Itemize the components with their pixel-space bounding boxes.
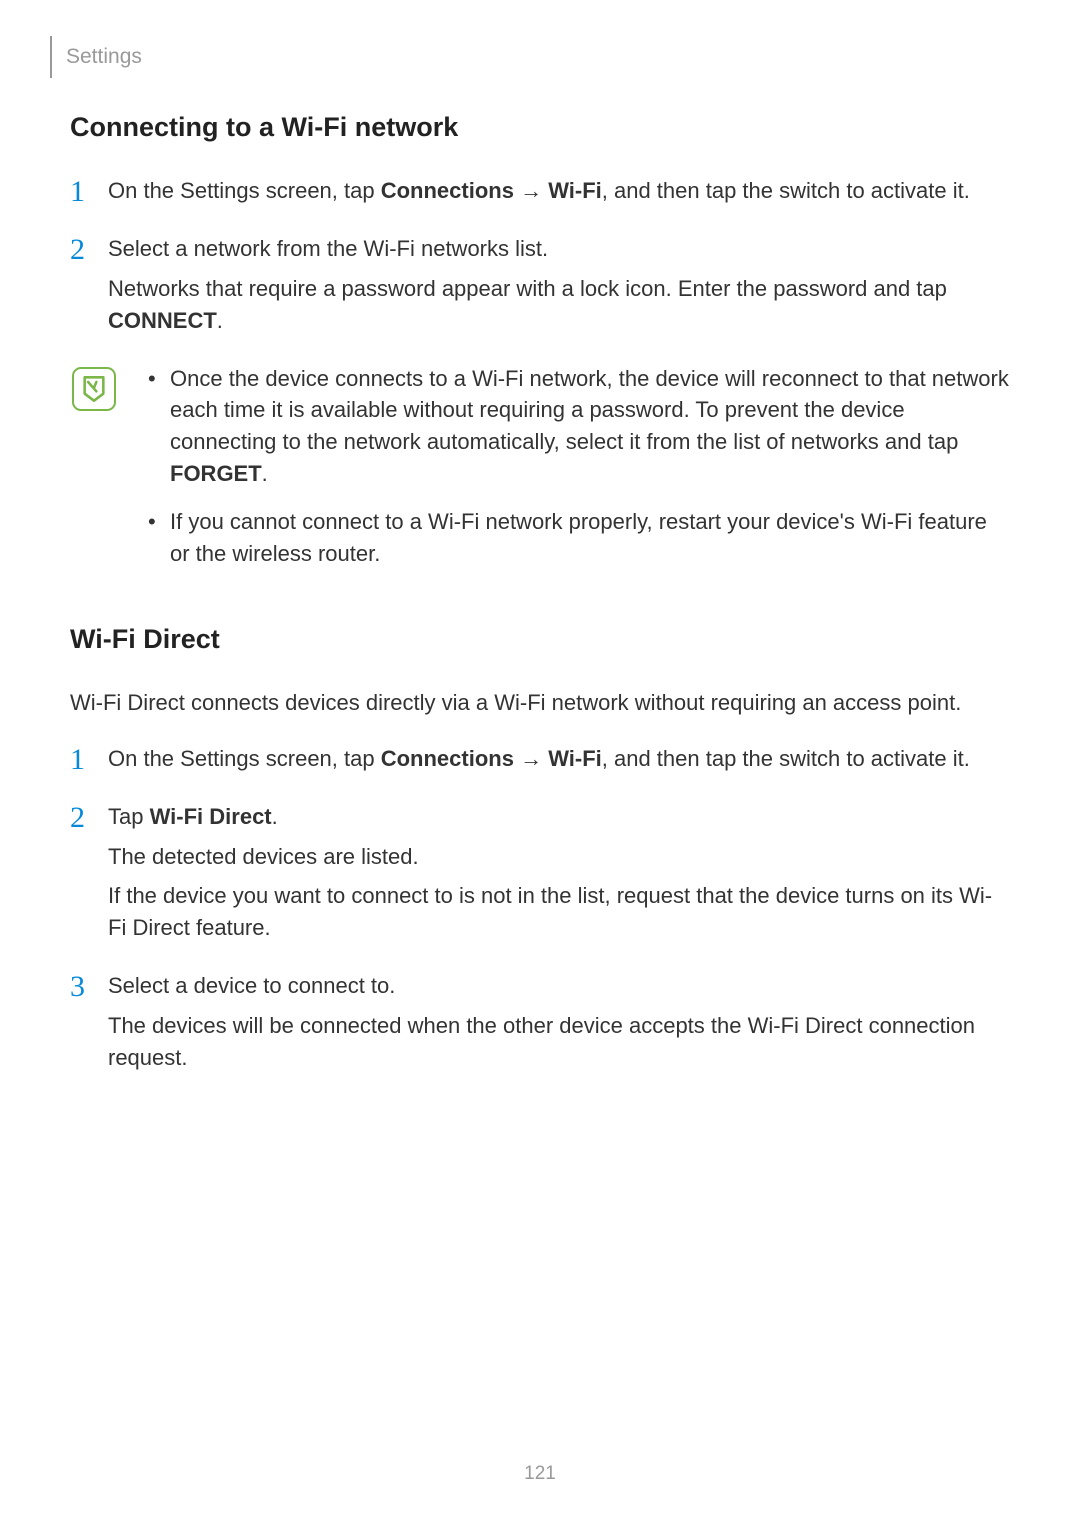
text-bold: CONNECT [108, 308, 217, 333]
note-block: Once the device connects to a Wi-Fi netw… [70, 363, 1010, 586]
note-bullet: If you cannot connect to a Wi-Fi network… [140, 506, 1010, 570]
step-2: 2 Select a network from the Wi-Fi networ… [70, 233, 1010, 345]
text-bold: Connections [381, 178, 514, 203]
text: On the Settings screen, tap [108, 746, 381, 771]
step-body: Select a device to connect to. The devic… [108, 970, 1010, 1082]
arrow: → [514, 746, 548, 771]
step-number: 1 [70, 175, 108, 215]
text: If the device you want to connect to is … [108, 880, 1010, 944]
text: On the Settings screen, tap [108, 178, 381, 203]
text: . [217, 308, 223, 333]
step-body: Tap Wi-Fi Direct. The detected devices a… [108, 801, 1010, 953]
note-bullet: Once the device connects to a Wi-Fi netw… [140, 363, 1010, 491]
text-bold: FORGET [170, 461, 262, 486]
text-bold: Connections [381, 746, 514, 771]
text: Select a device to connect to. [108, 970, 1010, 1002]
step-body: On the Settings screen, tap Connections … [108, 175, 1010, 215]
note-icon [72, 367, 116, 411]
step-body: On the Settings screen, tap Connections … [108, 743, 1010, 783]
section-title-connecting: Connecting to a Wi-Fi network [70, 112, 1010, 143]
text: . [262, 461, 268, 486]
breadcrumb-divider [50, 36, 52, 78]
text: The devices will be connected when the o… [108, 1010, 1010, 1074]
step-number: 2 [70, 233, 108, 345]
section-title-wifi-direct: Wi-Fi Direct [70, 624, 1010, 655]
step-2: 2 Tap Wi-Fi Direct. The detected devices… [70, 801, 1010, 953]
step-number: 3 [70, 970, 108, 1082]
text: Select a network from the Wi-Fi networks… [108, 233, 1010, 265]
text: Networks that require a password appear … [108, 276, 947, 301]
page-content: Connecting to a Wi-Fi network 1 On the S… [70, 112, 1010, 1100]
intro-text: Wi-Fi Direct connects devices directly v… [70, 687, 1010, 719]
text-bold: Wi-Fi [548, 178, 602, 203]
text: . [272, 804, 278, 829]
note-list: Once the device connects to a Wi-Fi netw… [140, 363, 1010, 586]
breadcrumb-text: Settings [66, 45, 142, 69]
text-bold: Wi-Fi Direct [150, 804, 272, 829]
step-1: 1 On the Settings screen, tap Connection… [70, 743, 1010, 783]
text: Once the device connects to a Wi-Fi netw… [170, 366, 1009, 455]
text-bold: Wi-Fi [548, 746, 602, 771]
section-wifi-direct: Wi-Fi Direct Wi-Fi Direct connects devic… [70, 624, 1010, 1082]
step-number: 2 [70, 801, 108, 953]
text: The detected devices are listed. [108, 841, 1010, 873]
step-1: 1 On the Settings screen, tap Connection… [70, 175, 1010, 215]
page-number: 121 [0, 1463, 1080, 1485]
step-3: 3 Select a device to connect to. The dev… [70, 970, 1010, 1082]
text: , and then tap the switch to activate it… [602, 178, 970, 203]
arrow: → [514, 178, 548, 203]
breadcrumb: Settings [50, 36, 142, 78]
text: , and then tap the switch to activate it… [602, 746, 970, 771]
text: Tap [108, 804, 150, 829]
step-number: 1 [70, 743, 108, 783]
step-body: Select a network from the Wi-Fi networks… [108, 233, 1010, 345]
